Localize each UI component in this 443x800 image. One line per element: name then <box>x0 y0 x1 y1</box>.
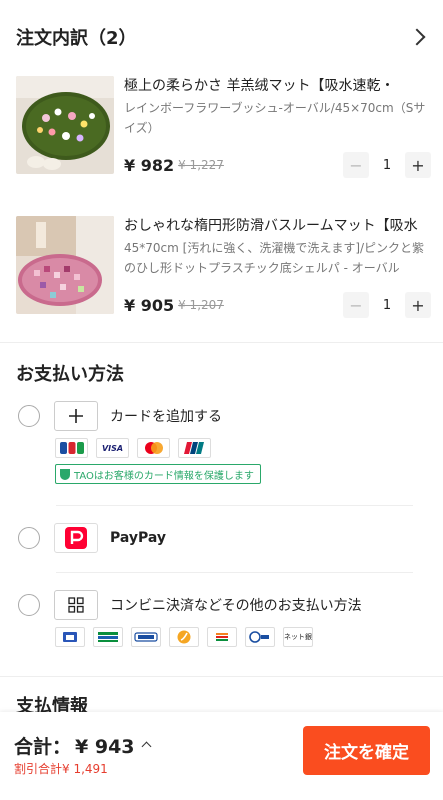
order-summary-title: 注文内訳（2） <box>16 28 137 49</box>
discount-total: 割引合計¥ 1,491 <box>14 762 108 776</box>
paypay-logo-icon <box>54 523 98 553</box>
product-original-price: ¥ 1,227 <box>178 158 224 172</box>
unionpay-logo-icon <box>178 438 211 458</box>
quantity-value: 1 <box>382 157 392 173</box>
section-divider <box>0 342 443 343</box>
payment-option-add-card[interactable]: カードを追加する <box>18 401 429 431</box>
familymart-logo-icon <box>93 627 123 647</box>
convenience-store-logos: ネット銀 <box>55 627 313 647</box>
product-variant[interactable]: 45*70cm [汚れに強く、洗濯機で洗えます]/ピンクと紫のひし形ドットプラス… <box>124 238 431 278</box>
card-brand-logos: VISA <box>55 438 211 458</box>
quantity-stepper: − 1 + <box>343 292 431 318</box>
quantity-value: 1 <box>382 297 392 313</box>
order-item: おしゃれな楕円形防滑バスルームマット【吸水 45*70cm [汚れに強く、洗濯機… <box>16 216 431 321</box>
radio-button[interactable] <box>18 405 40 427</box>
payment-option-label: カードを追加する <box>110 409 222 425</box>
seven-eleven-logo-icon <box>207 627 237 647</box>
payment-option-other[interactable]: コンビニ決済などその他のお支払い方法 <box>18 590 429 620</box>
chevron-right-icon[interactable] <box>408 28 426 46</box>
ministop-logo-icon <box>131 627 161 647</box>
product-price: ¥ 982 <box>124 155 175 175</box>
visa-logo-icon: VISA <box>96 438 129 458</box>
card-protection-badge: TAOはお客様のカード情報を保護します <box>55 464 261 484</box>
shield-icon <box>60 468 70 480</box>
order-item: 極上の柔らかさ 羊羔绒マット【吸水速乾・ レインボーフラワーブッシュ-オーバル/… <box>16 76 431 181</box>
option-divider <box>56 505 413 506</box>
product-title[interactable]: おしゃれな楕円形防滑バスルームマット【吸水 <box>124 216 431 236</box>
product-title[interactable]: 極上の柔らかさ 羊羔绒マット【吸水速乾・ <box>124 76 431 96</box>
product-image[interactable] <box>16 76 114 174</box>
chevron-up-icon[interactable] <box>141 741 151 752</box>
confirm-order-button[interactable]: 注文を確定 <box>303 726 430 775</box>
payment-option-label: コンビニ決済などその他のお支払い方法 <box>110 598 362 614</box>
pay-easy-logo-icon <box>245 627 275 647</box>
increase-quantity-button[interactable]: + <box>405 152 431 178</box>
decrease-quantity-button[interactable]: − <box>343 292 369 318</box>
lawson-logo-icon <box>55 627 85 647</box>
product-variant[interactable]: レインボーフラワーブッシュ-オーバル/45×70cm（Sサイズ） <box>124 98 431 138</box>
option-divider <box>56 572 413 573</box>
increase-quantity-button[interactable]: + <box>405 292 431 318</box>
payment-option-paypay[interactable]: PayPay <box>18 523 429 553</box>
card-protection-text: TAOはお客様のカード情報を保護します <box>74 470 254 482</box>
section-divider <box>0 676 443 677</box>
net-bank-logo-icon: ネット銀 <box>283 627 313 647</box>
order-summary-header[interactable]: 注文内訳（2） <box>16 22 429 52</box>
quantity-stepper: − 1 + <box>343 152 431 178</box>
payment-option-label: PayPay <box>110 530 167 546</box>
decrease-quantity-button[interactable]: − <box>343 152 369 178</box>
mastercard-logo-icon <box>137 438 170 458</box>
product-price: ¥ 905 <box>124 295 175 315</box>
product-original-price: ¥ 1,207 <box>178 298 224 312</box>
radio-button[interactable] <box>18 527 40 549</box>
jcb-logo-icon <box>55 438 88 458</box>
total-label: 合計： <box>14 736 72 758</box>
total-value: ¥ 943 <box>75 736 135 758</box>
radio-button[interactable] <box>18 594 40 616</box>
product-image[interactable] <box>16 216 114 314</box>
plus-icon <box>54 401 98 431</box>
total-summary[interactable]: 合計： ¥ 943 <box>14 732 151 759</box>
seicomart-logo-icon <box>169 627 199 647</box>
checkout-bar: 合計： ¥ 943 割引合計¥ 1,491 注文を確定 <box>0 712 443 800</box>
payment-method-title: お支払い方法 <box>16 364 124 385</box>
grid-icon <box>54 590 98 620</box>
